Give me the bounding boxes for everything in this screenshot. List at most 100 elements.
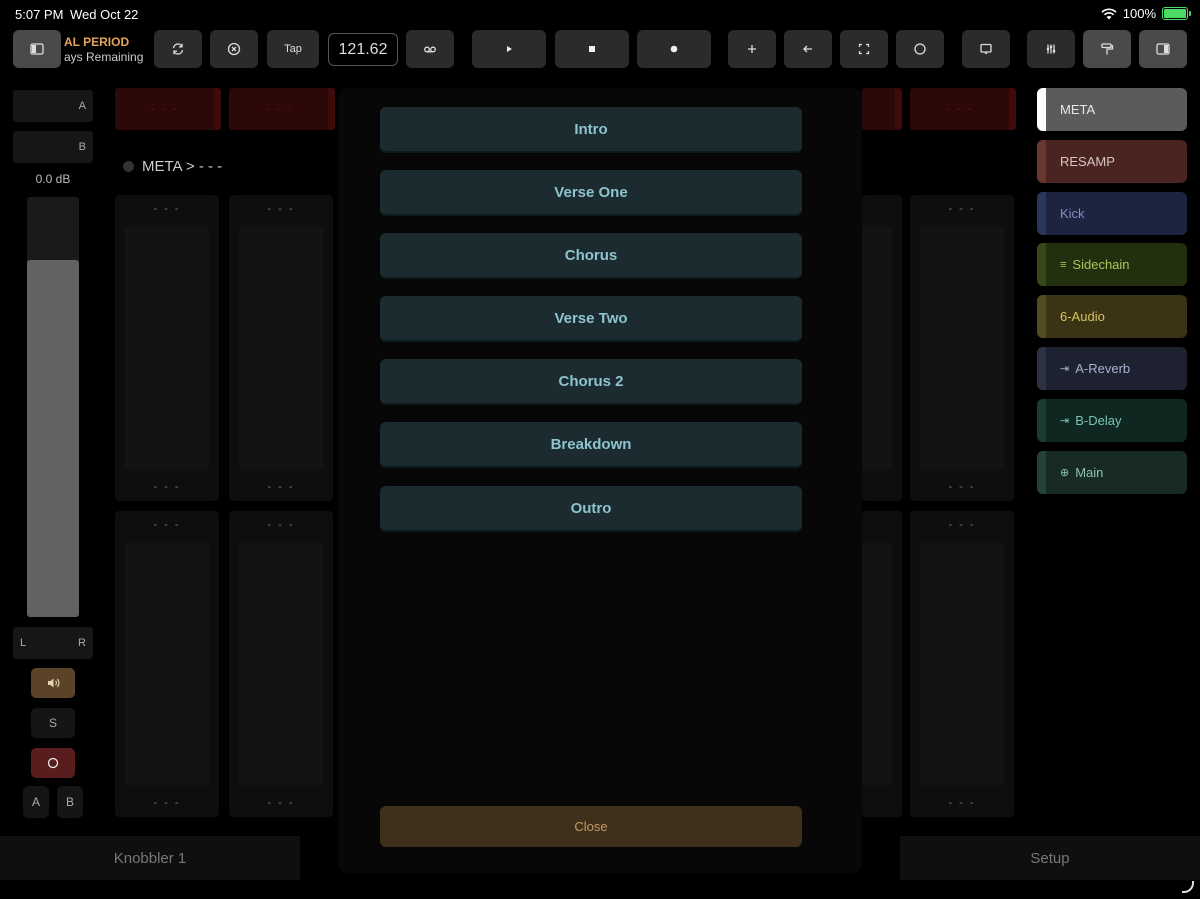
track-type-icon: ⇥ <box>1060 414 1070 427</box>
automation-button[interactable] <box>406 30 454 68</box>
knobbler-tab[interactable]: Knobbler 1 <box>0 836 300 880</box>
setup-tab[interactable]: Setup <box>900 836 1200 880</box>
left-panel-toggle-button[interactable] <box>13 30 61 68</box>
track-name: META <box>1060 102 1096 117</box>
knob-track <box>239 543 323 785</box>
device-path[interactable]: META > - - - <box>123 158 222 175</box>
back-button[interactable] <box>784 30 832 68</box>
resize-corner-icon <box>1182 881 1194 893</box>
knob-value: - - - <box>153 797 181 809</box>
section-button-verse-one[interactable]: Verse One <box>380 170 802 216</box>
device-path-label: META > - - - <box>142 158 223 175</box>
knob-slider-7[interactable] <box>862 195 902 501</box>
device-slot-8[interactable]: - - - <box>910 88 1016 130</box>
section-button-verse-two[interactable]: Verse Two <box>380 296 802 342</box>
track-item-main[interactable]: ⊕ Main <box>1037 450 1187 494</box>
pan-slider[interactable]: L R <box>13 627 93 659</box>
battery-level <box>1164 9 1186 18</box>
knob-name: - - - <box>948 203 976 215</box>
knob-track <box>125 543 209 785</box>
circle-button[interactable] <box>896 30 944 68</box>
section-button-outro[interactable]: Outro <box>380 486 802 532</box>
tap-tempo-button[interactable]: Tap <box>267 30 319 68</box>
send-a-slider[interactable]: A <box>13 90 93 122</box>
track-item-a-reverb[interactable]: ⇥ A-Reverb <box>1037 347 1187 390</box>
knob-slider-10[interactable]: - - - - - - <box>229 511 333 817</box>
knob-name: - - - <box>153 203 181 215</box>
display-button[interactable] <box>962 30 1010 68</box>
track-name: A-Reverb <box>1075 361 1131 376</box>
play-button[interactable] <box>472 30 546 68</box>
section-button-intro[interactable]: Intro <box>380 107 802 153</box>
record-arm-icon <box>47 757 59 769</box>
crossfade-b-button[interactable]: B <box>57 786 83 818</box>
trial-banner[interactable]: AL PERIOD ays Remaining <box>64 35 143 65</box>
knob-name: - - - <box>153 519 181 531</box>
track-name: Main <box>1075 464 1104 480</box>
track-name: 6-Audio <box>1060 309 1105 325</box>
arrow-left-icon <box>803 45 812 53</box>
knob-value: - - - <box>267 797 295 809</box>
send-b-slider[interactable]: B <box>13 131 93 163</box>
knob-slider-16[interactable]: - - - - - - <box>910 511 1014 817</box>
track-color-bar <box>1037 243 1046 287</box>
track-item-6-audio[interactable]: 6-Audio <box>1037 295 1187 339</box>
track-color-bar <box>1037 88 1046 131</box>
fullscreen-button[interactable] <box>840 30 888 68</box>
track-item-sidechain[interactable]: ≡ Sidechain <box>1037 243 1187 287</box>
knob-slider-15[interactable] <box>862 511 902 817</box>
loop-button[interactable] <box>154 30 202 68</box>
plus-icon <box>748 45 756 53</box>
mixer-icon <box>1046 44 1056 54</box>
mixer-button[interactable] <box>1027 30 1075 68</box>
knob-value: - - - <box>153 481 181 493</box>
track-name: Kick <box>1060 205 1085 221</box>
voicemail-icon <box>424 46 436 53</box>
stop-icon <box>589 46 595 52</box>
sidebar-left-icon <box>30 43 44 55</box>
arm-button[interactable] <box>31 748 75 778</box>
wifi-icon <box>1101 8 1117 19</box>
close-button[interactable]: Close <box>380 806 802 847</box>
knob-slider-8[interactable]: - - - - - - <box>910 195 1014 501</box>
pan-right-label: R <box>78 637 86 649</box>
section-button-chorus[interactable]: Chorus <box>380 233 802 279</box>
volume-fader[interactable] <box>27 197 79 617</box>
track-item-b-delay[interactable]: ⇥ B-Delay <box>1037 398 1187 442</box>
trial-title: AL PERIOD <box>64 35 130 49</box>
device-slot-2[interactable]: - - - <box>229 88 335 130</box>
knob-track <box>920 543 1004 785</box>
track-name: B-Delay <box>1075 412 1122 428</box>
solo-button[interactable]: S <box>31 708 75 738</box>
track-item-meta[interactable]: META <box>1037 88 1187 131</box>
mute-button[interactable] <box>31 668 75 698</box>
track-item-kick[interactable]: Kick <box>1037 191 1187 235</box>
right-panel-toggle-button[interactable] <box>1139 30 1187 68</box>
record-button[interactable] <box>637 30 711 68</box>
stop-button[interactable] <box>555 30 629 68</box>
device-slot-7[interactable] <box>862 88 902 130</box>
stop-all-clips-button[interactable] <box>210 30 258 68</box>
tempo-field[interactable]: 121.62 <box>328 33 398 66</box>
knob-slider-1[interactable]: - - - - - - <box>115 195 219 501</box>
track-type-icon: ≡ <box>1060 258 1067 271</box>
speaker-icon <box>47 678 59 688</box>
track-color-bar <box>1037 191 1046 235</box>
device-slot-1[interactable]: - - - <box>115 88 221 130</box>
status-time: 5:07 PM <box>15 7 64 22</box>
track-item-resamp[interactable]: RESAMP <box>1037 139 1187 183</box>
loop-icon <box>172 43 184 55</box>
add-button[interactable] <box>728 30 776 68</box>
play-icon <box>507 46 512 52</box>
section-button-chorus-2[interactable]: Chorus 2 <box>380 359 802 405</box>
track-name: Sidechain <box>1072 257 1130 273</box>
paint-button[interactable] <box>1083 30 1131 68</box>
battery-percent: 100% <box>1122 6 1156 21</box>
knob-slider-2[interactable]: - - - - - - <box>229 195 333 501</box>
monitor-icon <box>980 43 992 54</box>
knob-value: - - - <box>267 481 295 493</box>
knob-slider-9[interactable]: - - - - - - <box>115 511 219 817</box>
crossfade-a-button[interactable]: A <box>23 786 49 818</box>
volume-readout: 0.0 dB <box>35 172 71 186</box>
section-button-breakdown[interactable]: Breakdown <box>380 422 802 468</box>
